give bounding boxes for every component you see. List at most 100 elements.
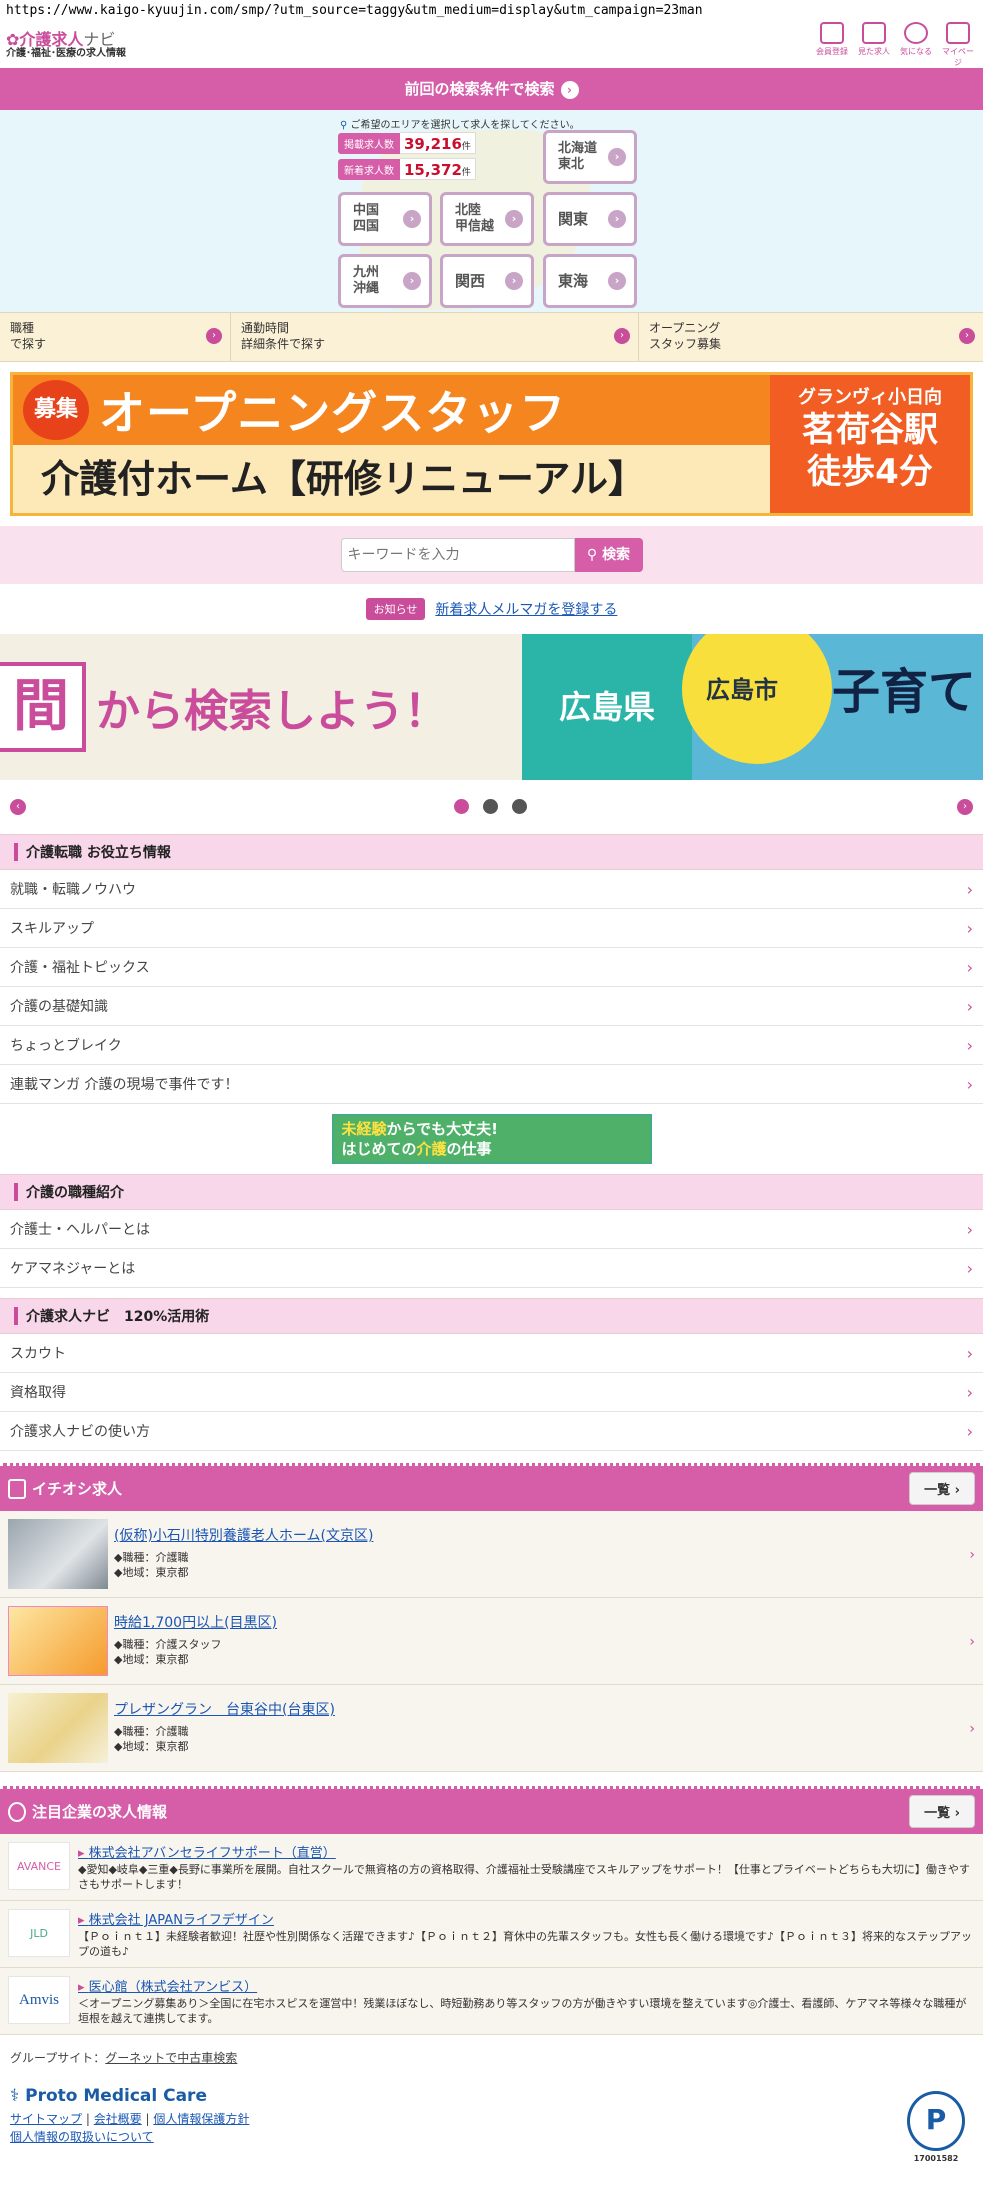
carousel-next-button[interactable]: › — [957, 799, 973, 815]
search-by-commute[interactable]: 通勤時間 詳細条件で探す › — [231, 313, 639, 361]
pickup-item-area: ◆地域：東京都 — [114, 1740, 189, 1754]
pickup-item-title[interactable]: (仮称)小石川特別養護老人ホーム(文京区) — [114, 1527, 373, 1547]
pickup-header: イチオシ求人 一覧 › — [0, 1463, 983, 1511]
newsletter-link[interactable]: 新着求人メルマガを登録する — [435, 599, 617, 619]
list-item[interactable]: スキルアップ › — [0, 909, 983, 948]
company-name[interactable]: 株式会社アバンセライフサポート（直営） — [78, 1842, 975, 1861]
privacy-mark-icon[interactable]: P 17001582 — [907, 2091, 965, 2163]
promo-carousel[interactable]: 間から検索しよう！ 広島県 広島市 子育て — [0, 634, 983, 780]
companies-header: 注目企業の求人情報 一覧 › — [0, 1786, 983, 1834]
region-hokkaido-tohoku[interactable]: 北海道 東北 › — [543, 130, 637, 184]
privacy-policy-link[interactable]: 個人情報保護方針 — [153, 2112, 249, 2126]
carousel-nav: ‹ › — [0, 780, 983, 834]
region-label: 九州 沖縄 — [353, 265, 380, 296]
search-by-job-type[interactable]: 職種 で探す › — [0, 313, 231, 361]
mb-line1-a: 未経験 — [341, 1120, 387, 1138]
region-hokuriku-koshinetsu[interactable]: 北陸 甲信越 › — [440, 192, 534, 246]
pickup-item[interactable]: プレザングラン 台東谷中(台東区) ◆職種：介護職 ◆地域：東京都 › — [0, 1685, 983, 1772]
carousel-dot[interactable] — [483, 799, 498, 814]
carousel-dot[interactable] — [512, 799, 527, 814]
keyword-input[interactable] — [340, 538, 575, 572]
register-label: 会員登録 — [816, 47, 848, 56]
list-item[interactable]: 連載マンガ 介護の現場で事件です！ › — [0, 1065, 983, 1104]
chevron-right-icon: › — [969, 1721, 975, 1737]
company-logo: JLD — [8, 1909, 70, 1957]
chevron-right-icon: › — [403, 272, 421, 290]
carousel-dot[interactable] — [454, 799, 469, 814]
companies-more-label: 一覧 — [924, 1806, 951, 1821]
list-item[interactable]: 介護求人ナビの使い方 › — [0, 1412, 983, 1451]
favorites-button[interactable]: 気になる — [897, 22, 935, 68]
region-kansai[interactable]: 関西 › — [440, 254, 534, 308]
carousel-prev-button[interactable]: ‹ — [10, 799, 26, 815]
search-button-label: 検索 — [602, 547, 631, 563]
carousel-slide-2[interactable]: 広島県 — [522, 634, 692, 780]
pickup-more-button[interactable]: 一覧 › — [909, 1472, 975, 1505]
company-name[interactable]: 医心館（株式会社アンビス） — [78, 1976, 975, 1995]
region-kyushu-okinawa[interactable]: 九州 沖縄 › — [338, 254, 432, 308]
header-icons: 会員登録 見た求人 気になる マイページ — [813, 22, 977, 68]
list-item-label: 介護求人ナビの使い方 — [10, 1424, 150, 1440]
heart-icon — [904, 22, 928, 44]
register-button[interactable]: 会員登録 — [813, 22, 851, 68]
mypage-button[interactable]: マイページ — [939, 22, 977, 68]
slide1-box: 間 — [0, 662, 86, 752]
pickup-item-title[interactable]: プレザングラン 台東谷中(台東区) — [114, 1701, 335, 1721]
pickup-item[interactable]: 時給1,700円以上(目黒区) ◆職種：介護スタッフ ◆地域：東京都 › — [0, 1598, 983, 1685]
site-logo[interactable]: ✿介護求人ナビ 介護･福祉･医療の求人情報 — [6, 30, 126, 59]
list-item[interactable]: 介護・福祉トピックス › — [0, 948, 983, 987]
region-tokai[interactable]: 東海 › — [543, 254, 637, 308]
url-bar[interactable]: https://www.kaigo-kyuujin.com/smp/?utm_s… — [0, 0, 983, 22]
pickup-item-title[interactable]: 時給1,700円以上(目黒区) — [114, 1614, 277, 1634]
search-opening-staff[interactable]: オープニング スタッフ募集 › — [639, 313, 983, 361]
region-chugoku-shikoku[interactable]: 中国 四国 › — [338, 192, 432, 246]
list-item[interactable]: ケアマネジャーとは › — [0, 1249, 983, 1288]
region-label: 北海道 東北 — [558, 141, 598, 172]
beginner-banner[interactable]: 未経験からでも大丈夫! はじめての介護の仕事 — [331, 1114, 652, 1164]
carousel-slide-3[interactable]: 広島市 子育て — [682, 634, 983, 780]
list-item-label: 就職・転職ノウハウ — [10, 882, 136, 898]
list-item[interactable]: スカウト › — [0, 1334, 983, 1373]
list-item[interactable]: 資格取得 › — [0, 1373, 983, 1412]
notice-bar: お知らせ 新着求人メルマガを登録する — [0, 584, 983, 634]
company-link[interactable]: 会社概要 — [94, 2112, 142, 2126]
chevron-right-icon: › — [966, 1074, 973, 1094]
list-item-label: スカウト — [10, 1346, 66, 1362]
list-item[interactable]: 介護の基礎知識 › — [0, 987, 983, 1026]
section-title-tips: 介護転職 お役立ち情報 — [0, 834, 983, 870]
total-jobs-counter: 掲載求人数 39,216件 — [338, 132, 476, 154]
search-options: 職種 で探す › 通勤時間 詳細条件で探す › オープニング スタッフ募集 › — [0, 312, 983, 362]
group-site-link[interactable]: グーネットで中古車検索 — [105, 2051, 237, 2065]
privacy-handling-link[interactable]: 個人情報の取扱いについて — [10, 2130, 154, 2144]
carousel-slide-1[interactable]: 間から検索しよう！ — [0, 634, 522, 780]
area-hint: ⚲ ご希望のエリアを選択して求人を探してください。 — [340, 116, 580, 131]
viewed-jobs-button[interactable]: 見た求人 — [855, 22, 893, 68]
footer-brand[interactable]: ⚕ Proto Medical Care — [10, 2086, 973, 2106]
chevron-right-icon: › — [560, 81, 579, 99]
companies-more-button[interactable]: 一覧 › — [909, 1795, 975, 1828]
list-item[interactable]: 介護士・ヘルパーとは › — [0, 1210, 983, 1249]
company-item[interactable]: Amvis 医心館（株式会社アンビス） ＜オープニング募集あり＞全国に在宅ホスピス… — [0, 1968, 983, 2035]
pickup-item-area: ◆地域：東京都 — [114, 1566, 189, 1580]
notice-tag: お知らせ — [365, 598, 426, 620]
chevron-right-icon: › — [966, 996, 973, 1016]
new-jobs-counter: 新着求人数 15,372件 — [338, 158, 476, 180]
company-item[interactable]: JLD 株式会社 JAPANライフデザイン【Ｐｏｉｎｔ１】未経験者歓迎！社歴や性… — [0, 1901, 983, 1968]
pickup-item[interactable]: (仮称)小石川特別養護老人ホーム(文京区) ◆職種：介護職 ◆地域：東京都 › — [0, 1511, 983, 1598]
building-image — [8, 1519, 108, 1589]
company-item[interactable]: AVANCE 株式会社アバンセライフサポート（直営） ◆愛知◆岐阜◆三重◆長野に事… — [0, 1834, 983, 1901]
chevron-right-icon: › — [969, 1634, 975, 1650]
pickup-title: イチオシ求人 — [32, 1479, 123, 1498]
list-item[interactable]: ちょっとブレイク › — [0, 1026, 983, 1065]
region-kanto[interactable]: 関東 › — [543, 192, 637, 246]
list-item[interactable]: 就職・転職ノウハウ › — [0, 870, 983, 909]
opening-staff-banner[interactable]: 募集 オープニングスタッフ 介護付ホーム【研修リニューアル】 グランヴィ小日向 … — [10, 372, 973, 516]
company-name[interactable]: 株式会社 JAPANライフデザイン — [78, 1909, 975, 1928]
sitemap-link[interactable]: サイトマップ — [10, 2112, 82, 2126]
keyword-search-button[interactable]: ⚲ 検索 — [574, 538, 643, 572]
carousel-dots — [454, 799, 527, 814]
previous-search-button[interactable]: 前回の検索条件で検索 › — [0, 68, 983, 110]
chevron-right-icon: › — [959, 328, 975, 344]
group-sites: グループサイト：グーネットで中古車検索 — [10, 2049, 973, 2066]
